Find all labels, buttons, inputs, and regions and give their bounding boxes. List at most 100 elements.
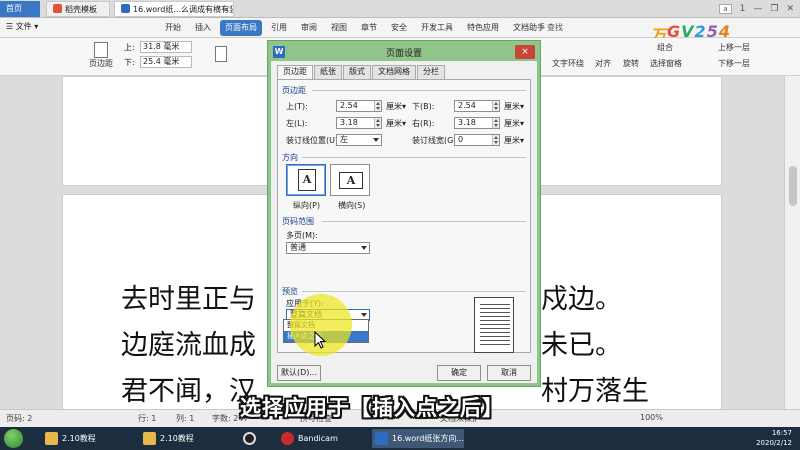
chevron-down-icon (373, 138, 379, 142)
landscape-label[interactable]: 横向(S) (338, 200, 365, 211)
menu-insert[interactable]: 插入 (190, 20, 216, 36)
spinner-icon[interactable] (492, 118, 499, 128)
menu-review[interactable]: 审阅 (296, 20, 322, 36)
group-button[interactable]: 组合 (650, 42, 680, 53)
top-margin-input[interactable]: 2.54 (336, 100, 382, 112)
tab-doc-grid[interactable]: 文档网格 (372, 65, 416, 79)
gutter-width-input[interactable]: 0 (454, 134, 500, 146)
preview-line (480, 332, 510, 333)
portrait-label[interactable]: 纵向(P) (293, 200, 320, 211)
tab-template[interactable]: 稻壳模板 (46, 1, 110, 17)
notification-count[interactable]: 1 (740, 4, 746, 14)
menu-start[interactable]: 开始 (160, 20, 186, 36)
tab-columns[interactable]: 分栏 (417, 65, 445, 79)
spinner-icon[interactable] (492, 101, 499, 111)
zoom-level[interactable]: 100% (640, 413, 663, 422)
portrait-option[interactable]: A (286, 164, 326, 196)
right-margin-input[interactable]: 3.18 (454, 117, 500, 129)
gutter-position-select[interactable]: 左 (336, 134, 382, 146)
taskbar-folder-2[interactable]: 2.10教程 (140, 429, 220, 448)
preview-line (480, 340, 510, 341)
divider (322, 221, 526, 222)
spinner-icon[interactable] (492, 135, 499, 145)
menu-tabs: 开始 插入 页面布局 引用 审阅 视图 章节 安全 开发工具 特色应用 文档助手 (160, 20, 550, 36)
preview-section-label: 预览 (282, 287, 298, 296)
taskbar-clock[interactable]: 16:57 2020/2/12 (756, 428, 792, 448)
multiple-pages-select[interactable]: 普通 (286, 242, 370, 254)
menu-references[interactable]: 引用 (266, 20, 292, 36)
bring-forward-button[interactable]: 上移一层 (712, 42, 756, 53)
menu-chapter[interactable]: 章节 (356, 20, 382, 36)
close-window-icon[interactable]: ✕ (786, 4, 794, 14)
default-button[interactable]: 默认(D)... (277, 365, 321, 381)
maximize-icon[interactable]: ❐ (770, 4, 778, 14)
ribbon-bottom-label: 下: (124, 58, 135, 67)
taskbar-bandicam[interactable]: Bandicam (278, 429, 362, 448)
ribbon-bottom-margin-field[interactable]: 25.4 毫米 (140, 56, 192, 68)
start-button-icon[interactable] (4, 429, 23, 448)
tab-document[interactable]: 16.word纸...么调成有横有竖的 × (114, 1, 234, 17)
spinner-icon[interactable] (374, 101, 381, 111)
multiple-pages-label: 多页(M): (286, 231, 318, 240)
option-after-insertion-point[interactable]: 插入点之后 (284, 331, 368, 342)
document-text-line: 去时里正与 (121, 284, 256, 315)
gutter-width-unit[interactable]: 厘米▾ (504, 135, 524, 146)
select-pane-button[interactable]: 选择窗格 (646, 58, 686, 69)
folder-icon (45, 432, 58, 445)
vertical-scrollbar[interactable] (784, 76, 800, 409)
tab-margins[interactable]: 页边距 (277, 65, 313, 80)
apply-to-value: 整篇文档 (290, 310, 322, 319)
left-margin-input[interactable]: 3.18 (336, 117, 382, 129)
margins-button[interactable]: 页边距 (84, 42, 118, 69)
dialog-title-bar[interactable]: W 页面设置 × (271, 44, 537, 61)
minimize-icon[interactable]: — (753, 4, 762, 14)
left-margin-unit[interactable]: 厘米▾ (386, 118, 406, 129)
taskbar: 2.10教程 2.10教程 Bandicam 16.word纸张方向... 16… (0, 427, 800, 450)
menu-dev-tools[interactable]: 开发工具 (416, 20, 458, 36)
dialog-close-button[interactable]: × (515, 45, 535, 59)
taskbar-wps-doc[interactable]: 16.word纸张方向... (372, 429, 464, 448)
chevron-down-icon (361, 246, 367, 250)
send-backward-button[interactable]: 下移一层 (712, 58, 756, 69)
apply-to-label: 应用于(Y): (286, 299, 324, 308)
menu-security[interactable]: 安全 (386, 20, 412, 36)
right-margin-unit[interactable]: 厘米▾ (504, 118, 524, 129)
gutter-position-label: 装订线位置(U): (286, 136, 341, 145)
taskbar-folder-1[interactable]: 2.10教程 (42, 429, 122, 448)
tab-home[interactable]: 首页 (0, 1, 40, 17)
cancel-button[interactable]: 取消 (487, 365, 531, 381)
divider (302, 157, 526, 158)
taskbar-record[interactable] (240, 429, 270, 448)
bandicam-icon (281, 432, 294, 445)
bottom-margin-input[interactable]: 2.54 (454, 100, 500, 112)
menu-page-layout[interactable]: 页面布局 (220, 20, 262, 36)
menu-features[interactable]: 特色应用 (462, 20, 504, 36)
landscape-option[interactable]: A (330, 164, 370, 196)
top-margin-unit[interactable]: 厘米▾ (386, 101, 406, 112)
rotate-button[interactable]: 旋转 (618, 58, 644, 69)
menu-view[interactable]: 视图 (326, 20, 352, 36)
status-line: 行: 1 (138, 414, 157, 423)
search-button[interactable]: ⌕ 查找 (540, 22, 563, 33)
ok-button[interactable]: 确定 (437, 365, 481, 381)
tab-layout[interactable]: 版式 (343, 65, 371, 79)
unit-label: 厘米 (504, 136, 520, 145)
gutter-width-value: 0 (458, 135, 464, 144)
tab-home-label: 首页 (6, 4, 22, 13)
scrollbar-thumb[interactable] (789, 166, 797, 206)
spinner-icon[interactable] (374, 118, 381, 128)
user-badge[interactable]: a (719, 4, 732, 14)
tab-paper[interactable]: 纸张 (314, 65, 342, 79)
option-whole-document[interactable]: 整篇文档 (284, 320, 368, 331)
unit-label: 厘米 (504, 119, 520, 128)
ribbon-top-margin-field[interactable]: 31.8 毫米 (140, 41, 192, 53)
close-icon[interactable]: × (223, 2, 230, 16)
wrap-text-button[interactable]: 文字环绕 (548, 58, 588, 69)
document-text-line-right: 未已。 (541, 330, 622, 361)
preview-line (480, 312, 510, 313)
taskbar-item-label: Bandicam (298, 434, 338, 443)
bottom-margin-unit[interactable]: 厘米▾ (504, 101, 524, 112)
file-menu[interactable]: ☰ 文件 ▾ (6, 21, 38, 32)
orientation-icon[interactable] (215, 46, 227, 62)
align-button[interactable]: 对齐 (590, 58, 616, 69)
